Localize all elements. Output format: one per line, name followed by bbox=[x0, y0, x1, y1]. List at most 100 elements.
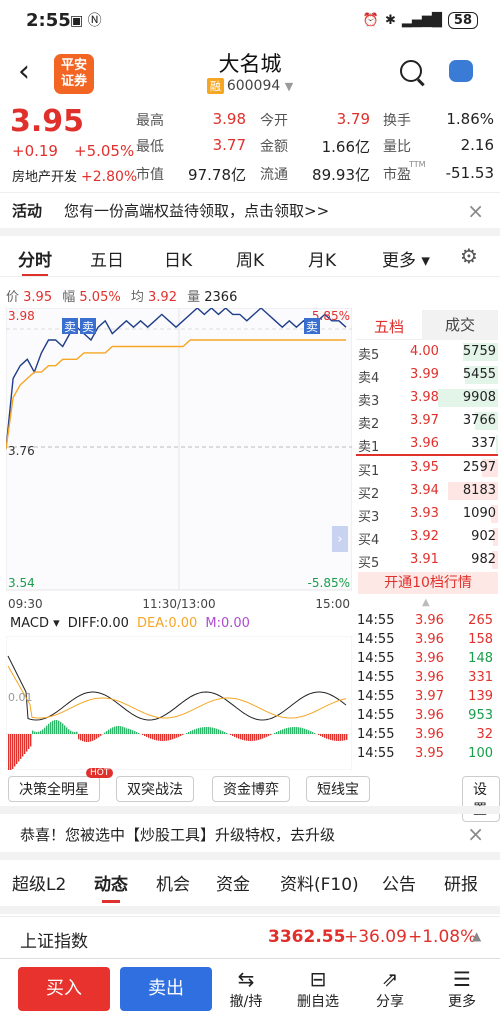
level-price: 3.92 bbox=[410, 529, 439, 544]
stat-label: 最高 bbox=[136, 113, 164, 129]
activity-text: 您有一份高端权益待领取，点击领取>> bbox=[64, 202, 330, 220]
ask-row[interactable]: 卖2 3.97 3766 bbox=[358, 410, 498, 432]
quote-panel: 3.95 +0.19 +5.05% 房地产开发 +2.80% 最高 3.98 今开 3.… bbox=[0, 104, 500, 190]
macd-bar bbox=[194, 729, 196, 734]
more-button[interactable]: ☰ 更多 bbox=[432, 967, 492, 1011]
ask-row[interactable]: 卖5 4.00 5759 bbox=[358, 341, 498, 363]
close-icon[interactable]: × bbox=[467, 822, 484, 846]
stock-code-line[interactable]: 融 600094 ▼ bbox=[0, 78, 500, 94]
stat-value: -51.53 bbox=[445, 164, 494, 182]
macd-bar bbox=[284, 728, 286, 734]
remove-watchlist-button[interactable]: ⊟ 删自选 bbox=[288, 967, 348, 1011]
pe-ttm-label: TTM bbox=[409, 160, 426, 169]
content-tab[interactable]: 超级L2 bbox=[12, 870, 66, 895]
cancel-order-icon: ⇆ bbox=[237, 967, 255, 991]
sell-button[interactable]: 卖出 bbox=[120, 967, 212, 1011]
index-change: +36.09 bbox=[344, 927, 407, 947]
tool-button[interactable]: 短线宝 bbox=[306, 776, 370, 802]
macd-bar bbox=[224, 732, 226, 734]
macd-bar bbox=[188, 731, 190, 734]
macd-bar bbox=[122, 726, 124, 734]
macd-bar bbox=[98, 734, 100, 738]
macd-bar bbox=[298, 727, 300, 734]
margin-badge: 融 bbox=[206, 78, 224, 94]
robot-assistant-icon[interactable] bbox=[449, 60, 473, 82]
macd-bar bbox=[68, 729, 70, 734]
cancel-position-button[interactable]: ⇆ 撤/持 bbox=[216, 967, 276, 1011]
macd-bar bbox=[134, 731, 136, 734]
tab-period[interactable]: 分时 bbox=[18, 246, 52, 277]
tool-button[interactable]: 资金博弈 bbox=[212, 776, 290, 802]
content-tab[interactable]: 研报 bbox=[444, 870, 478, 895]
level-price: 3.95 bbox=[410, 460, 439, 475]
macd-bar bbox=[132, 730, 134, 734]
intraday-chart[interactable]: 3.983.763.545.85%-5.85%09:30 11:30/13:00 1… bbox=[6, 308, 352, 614]
bid-row[interactable]: 买1 3.95 2597 bbox=[358, 457, 498, 479]
index-ticker[interactable]: 上证指数 3362.55 +36.09 +1.08% ▲ bbox=[0, 916, 500, 958]
macd-bar bbox=[174, 734, 176, 739]
macd-bar bbox=[234, 734, 236, 737]
search-icon[interactable] bbox=[400, 60, 422, 82]
level-label: 买5 bbox=[358, 556, 380, 571]
level-label: 卖1 bbox=[358, 440, 380, 455]
sector-info[interactable]: 房地产开发 +2.80% bbox=[12, 166, 137, 185]
tool-button[interactable]: 决策全明星 bbox=[8, 776, 100, 802]
share-button[interactable]: ⇗ 分享 bbox=[360, 967, 420, 1011]
content-tab[interactable]: 公告 bbox=[382, 870, 416, 895]
content-tab[interactable]: 资料(F10) bbox=[280, 870, 359, 895]
status-bar: 2:55 ▣ Ⓝ ⏰ ✱ ▂▄▆█ 58 bbox=[0, 0, 500, 40]
tab-period[interactable]: 日K bbox=[164, 246, 192, 271]
tab-period[interactable]: 更多 ▾ bbox=[382, 246, 430, 271]
macd-bar bbox=[28, 734, 30, 749]
macd-bar bbox=[12, 734, 14, 769]
y-right-low: -5.85% bbox=[308, 576, 350, 590]
ask-row[interactable]: 卖1 3.96 337 bbox=[358, 433, 498, 455]
macd-bar bbox=[328, 734, 330, 740]
bid-row[interactable]: 买3 3.93 1090 bbox=[358, 503, 498, 525]
signal-icon: ▂▄▆█ bbox=[401, 12, 442, 28]
macd-bar bbox=[114, 726, 116, 734]
tab-period[interactable]: 月K bbox=[308, 246, 336, 271]
upgrade-10-levels-button[interactable]: 开通10档行情 bbox=[358, 572, 498, 594]
tool-button[interactable]: 双突战法 bbox=[116, 776, 194, 802]
stat-label: 量比 bbox=[383, 139, 411, 155]
caret-up-icon: ▲ bbox=[472, 929, 482, 943]
level-label: 卖2 bbox=[358, 417, 380, 432]
gear-icon[interactable]: ⚙ bbox=[460, 244, 478, 268]
status-icons: ⏰ ✱ ▂▄▆█ 58 bbox=[362, 11, 478, 29]
macd-bar bbox=[322, 734, 324, 737]
buy-button[interactable]: 买入 bbox=[18, 967, 110, 1011]
tab-trades[interactable]: 成交 bbox=[422, 310, 498, 340]
content-tab[interactable]: 机会 bbox=[156, 870, 190, 895]
macd-bar bbox=[310, 731, 312, 734]
divider bbox=[0, 852, 500, 860]
tab-five-levels[interactable]: 五档 bbox=[374, 316, 404, 337]
macd-selector[interactable]: MACD ▾ bbox=[10, 616, 60, 631]
close-icon[interactable]: × bbox=[467, 199, 484, 223]
tab-period[interactable]: 周K bbox=[236, 246, 264, 271]
macd-bar bbox=[182, 734, 184, 735]
ask-row[interactable]: 卖3 3.98 9908 bbox=[358, 387, 498, 409]
content-tab[interactable]: 资金 bbox=[216, 870, 250, 895]
ask-row[interactable]: 卖4 3.99 5455 bbox=[358, 364, 498, 386]
trade-tick: 14:55 3.96 148 bbox=[357, 651, 493, 666]
upgrade-banner[interactable]: 恭喜！您被选中【炒股工具】升级特权，去升级 × bbox=[0, 816, 500, 852]
macd-bar bbox=[192, 730, 194, 734]
activity-banner[interactable]: 活动 您有一份高端权益待领取，点击领取>> × bbox=[0, 192, 500, 228]
stock-code: 600094 bbox=[226, 78, 281, 94]
divider bbox=[0, 806, 500, 814]
macd-bar bbox=[144, 734, 146, 736]
trade-tick: 14:55 3.95 100 bbox=[357, 746, 493, 761]
y-label-ref: 3.76 bbox=[8, 444, 35, 458]
macd-bar bbox=[186, 732, 188, 734]
content-tab[interactable]: 动态 bbox=[94, 870, 128, 903]
intraday-summary: 价 3.95 幅 5.05% 均 3.92 量 2366 bbox=[6, 290, 238, 305]
tab-period[interactable]: 五日 bbox=[90, 246, 124, 271]
bid-row[interactable]: 买5 3.91 982 bbox=[358, 549, 498, 571]
orderbook-tabs: 五档 成交 bbox=[356, 310, 498, 340]
macd-bar bbox=[36, 731, 38, 734]
alarm-icon: ⏰ bbox=[362, 12, 379, 28]
bid-row[interactable]: 买2 3.94 8183 bbox=[358, 480, 498, 502]
macd-bar bbox=[334, 734, 336, 741]
bid-row[interactable]: 买4 3.92 902 bbox=[358, 526, 498, 548]
